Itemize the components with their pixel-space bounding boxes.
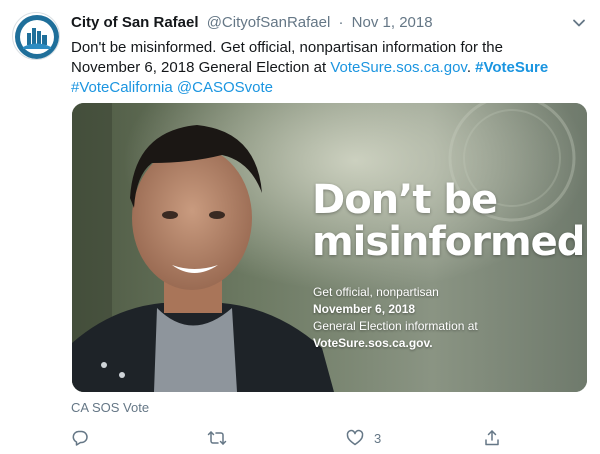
- more-options-button[interactable]: [570, 14, 588, 32]
- tweet-text-fragment: .: [466, 59, 476, 76]
- media-card-image[interactable]: Don’t be misinformed. Get official, nonp…: [72, 103, 587, 392]
- like-count: 3: [374, 430, 382, 446]
- retweet-icon: [207, 431, 227, 445]
- tweet-actions: 3: [71, 427, 511, 449]
- city-logo-icon: [15, 15, 59, 59]
- subtext-line-2: General Election information at: [313, 319, 478, 333]
- share-button[interactable]: [483, 427, 501, 449]
- reply-button[interactable]: [71, 427, 89, 449]
- votesure-link[interactable]: VoteSure.sos.ca.gov: [330, 59, 466, 76]
- tweet-text-fragment: November 6, 2018 General Election at: [71, 59, 331, 76]
- tweet: City of San Rafael @CityofSanRafael · No…: [0, 0, 600, 454]
- reply-icon: [72, 430, 88, 446]
- hashtag-votecalifornia[interactable]: #VoteCalifornia: [71, 79, 173, 96]
- tweet-text-line-3: #VoteCalifornia @CASOSvote: [71, 78, 586, 98]
- mention-casosvote[interactable]: @CASOSvote: [177, 79, 273, 96]
- separator-dot: ·: [338, 14, 344, 31]
- subtext-line-1: Get official, nonpartisan November 6, 20…: [313, 284, 478, 318]
- headline-line-1: Don’t be: [312, 177, 498, 223]
- subtext-url: VoteSure.sos.ca.gov.: [313, 336, 433, 350]
- author-name[interactable]: City of San Rafael: [71, 14, 199, 31]
- hashtag-votesure[interactable]: #VoteSure: [475, 59, 548, 76]
- share-icon: [485, 430, 499, 446]
- retweet-button[interactable]: [207, 427, 227, 449]
- like-button[interactable]: 3: [346, 427, 381, 449]
- avatar[interactable]: [12, 12, 60, 60]
- tweet-text: Don't be misinformed. Get official, nonp…: [71, 38, 586, 98]
- media-headline: Don’t be misinformed.: [312, 179, 587, 263]
- headline-line-2: misinformed.: [312, 219, 587, 265]
- tweet-text-line-2: November 6, 2018 General Election at Vot…: [71, 58, 586, 78]
- tweet-header: City of San Rafael @CityofSanRafael · No…: [71, 13, 571, 33]
- author-handle[interactable]: @CityofSanRafael: [207, 14, 331, 31]
- tweet-date[interactable]: Nov 1, 2018: [352, 14, 433, 31]
- media-subtext: Get official, nonpartisan November 6, 20…: [313, 284, 478, 352]
- tweet-text-line-1: Don't be misinformed. Get official, nonp…: [71, 39, 503, 56]
- heart-icon: [346, 429, 364, 446]
- subtext-date: November 6, 2018: [313, 302, 416, 316]
- chevron-down-icon: [573, 19, 585, 27]
- card-source[interactable]: CA SOS Vote: [71, 400, 149, 416]
- subtext-fragment: Get official, nonpartisan: [313, 285, 439, 299]
